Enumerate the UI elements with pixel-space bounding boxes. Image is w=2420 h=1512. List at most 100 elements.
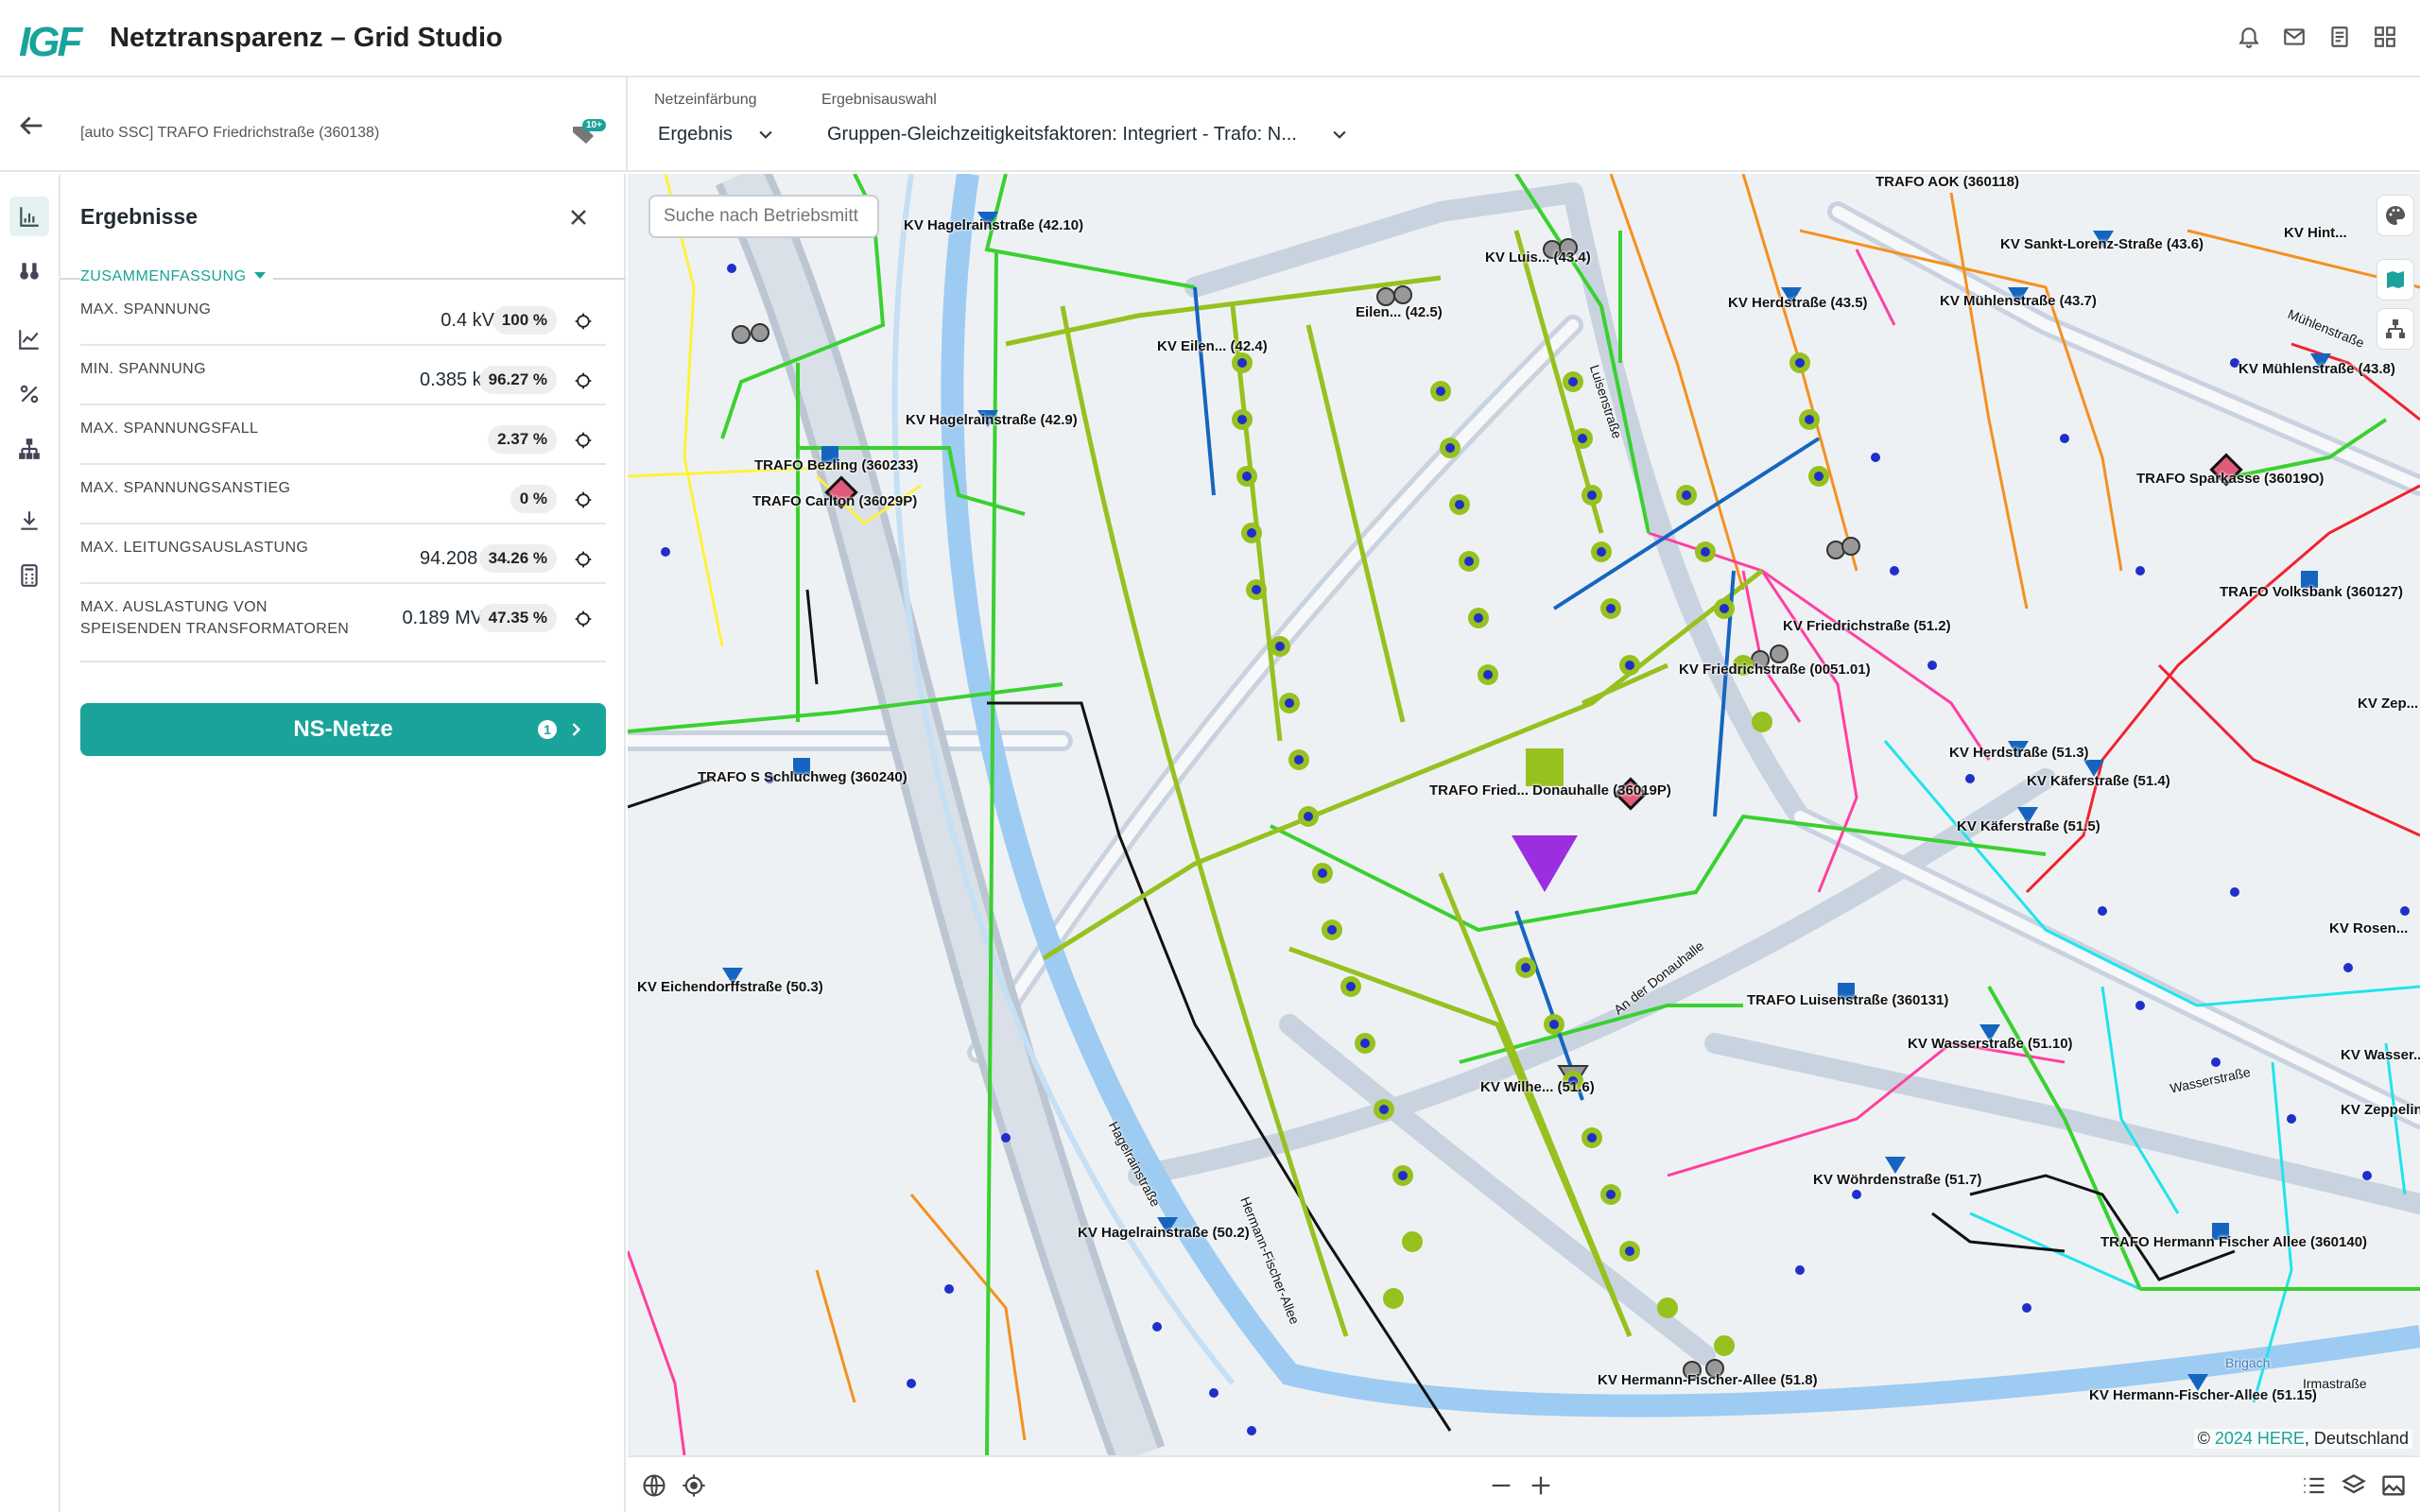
crosshair-icon[interactable] — [574, 312, 593, 331]
metric-label: MAX. SPANNUNG — [80, 301, 212, 318]
map-label-kv[interactable]: KV Hagelrainstraße (50.2) — [1078, 1225, 1250, 1241]
map-label-trafo[interactable]: TRAFO AOK (360118) — [1876, 174, 2019, 190]
map-label-kv[interactable]: KV Hint... — [2284, 225, 2347, 241]
rail-search[interactable] — [9, 251, 49, 291]
zoom-in-icon[interactable] — [1528, 1472, 1554, 1499]
map-search-input[interactable] — [648, 195, 879, 238]
palette-icon — [2386, 206, 2405, 225]
map-label-kv[interactable]: KV Herdstraße (43.5) — [1728, 295, 1868, 311]
chevron-down-icon[interactable] — [756, 125, 775, 144]
image-icon[interactable] — [2380, 1472, 2407, 1499]
line-chart-icon — [19, 330, 39, 350]
back-arrow-icon[interactable] — [15, 110, 47, 142]
map-label-kv[interactable]: KV Hagelrainstraße (42.9) — [906, 412, 1078, 428]
river-label: Brigach — [2225, 1355, 2271, 1370]
map-label-kv[interactable]: KV Sankt-Lorenz-Straße (43.6) — [2000, 236, 2204, 252]
crosshair-icon[interactable] — [574, 610, 593, 628]
globe-icon[interactable] — [641, 1472, 667, 1499]
map-icon — [2387, 271, 2404, 288]
zoom-out-icon[interactable] — [1488, 1472, 1514, 1499]
mail-icon[interactable] — [2282, 25, 2307, 49]
metric-percent-badge: 96.27 % — [478, 366, 557, 394]
list-icon[interactable] — [2301, 1472, 2327, 1499]
map-label-kv[interactable]: KV Wöhrdenstraße (51.7) — [1813, 1172, 1981, 1188]
section-summary-label: ZUSAMMENFASSUNG — [80, 268, 247, 284]
metric-row: MAX. SPANNUNGSFALL 2.37 % — [80, 406, 606, 465]
map-label-trafo[interactable]: TRAFO Fried... Donauhalle (36019P) — [1429, 782, 1671, 799]
binoculars-icon — [20, 263, 39, 280]
map-label-trafo[interactable]: TRAFO S Schluchweg (360240) — [698, 769, 908, 785]
app-logo[interactable]: IGF — [19, 19, 82, 66]
map-label-trafo[interactable]: TRAFO Carlton (36029P) — [752, 493, 917, 509]
network-view-button[interactable] — [2377, 308, 2414, 350]
locate-icon[interactable] — [681, 1472, 707, 1499]
map-label-trafo[interactable]: TRAFO Luisenstraße (360131) — [1747, 992, 1948, 1008]
map-view-button[interactable] — [2377, 259, 2414, 301]
map-label-kv[interactable]: KV Rosen... — [2329, 920, 2408, 936]
rail-percent[interactable] — [9, 374, 49, 414]
map-label-kv[interactable]: KV Käferstraße (51.5) — [1957, 818, 2100, 834]
crosshair-icon[interactable] — [574, 431, 593, 450]
map-label-kv[interactable]: KV Luis... (43.4) — [1485, 249, 1591, 266]
hierarchy-icon — [19, 438, 40, 459]
map-label-kv[interactable]: KV Friedrichstraße (0051.01) — [1679, 662, 1871, 678]
map-label-trafo[interactable]: TRAFO Volksbank (360127) — [2220, 584, 2403, 600]
map-label-kv[interactable]: KV Eichendorffstraße (50.3) — [637, 979, 823, 995]
copyright-brand[interactable]: 2024 HERE — [2215, 1429, 2305, 1448]
map-label-kv[interactable]: KV Friedrichstraße (51.2) — [1783, 618, 1951, 634]
map-label-kv[interactable]: KV Zeppelin — [2341, 1102, 2420, 1118]
map-label-kv[interactable]: KV Käferstraße (51.4) — [2027, 773, 2170, 789]
rail-download[interactable] — [9, 501, 49, 541]
app-header: IGF Netztransparenz – Grid Studio — [0, 0, 2420, 77]
section-summary-toggle[interactable]: ZUSAMMENFASSUNG — [80, 268, 273, 285]
netzeinfaerbung-select[interactable]: Ergebnis — [658, 124, 733, 146]
crosshair-icon[interactable] — [574, 371, 593, 390]
rail-results[interactable] — [9, 197, 49, 236]
map-label-kv[interactable]: KV Mühlenstraße (43.7) — [1940, 293, 2097, 309]
map-label-kv[interactable]: KV Hermann-Fischer-Allee (51.15) — [2089, 1387, 2317, 1403]
ergebnisauswahl-label: Ergebnisauswahl — [821, 92, 937, 108]
map-label-kv[interactable]: KV Eilen... (42.4) — [1157, 338, 1268, 354]
map-label-trafo[interactable]: TRAFO Bezling (360233) — [754, 457, 918, 473]
map-label-kv[interactable]: KV Zep... — [2358, 696, 2418, 712]
metric-value: 0.4 kV — [441, 310, 494, 331]
ergebnisauswahl-select[interactable]: Gruppen-Gleichzeitigkeitsfaktoren: Integ… — [827, 124, 1297, 146]
rail-calculator[interactable] — [9, 556, 49, 595]
metric-row: MAX. AUSLASTUNG VON SPEISENDEN TRANSFORM… — [80, 585, 606, 662]
close-icon[interactable] — [567, 206, 590, 229]
map-label-kv[interactable]: KV Hagelrainstraße (42.10) — [904, 217, 1083, 233]
crosshair-icon[interactable] — [574, 550, 593, 569]
metric-percent-badge: 0 % — [510, 485, 557, 513]
calculator-icon — [21, 564, 38, 587]
apps-grid-icon[interactable] — [2373, 25, 2397, 49]
rail-analytics[interactable] — [9, 319, 49, 359]
metric-row: MAX. SPANNUNG 0.4 kV 100 % — [80, 287, 606, 346]
document-icon[interactable] — [2327, 25, 2352, 49]
bell-icon[interactable] — [2237, 25, 2261, 49]
map-canvas[interactable]: KV Hagelrainstraße (42.10) KV Eilen... (… — [628, 174, 2420, 1455]
map-label-kv[interactable]: KV Herdstraße (51.3) — [1949, 745, 2089, 761]
layers-icon[interactable] — [2341, 1472, 2367, 1499]
context-label: [auto SSC] TRAFO Friedrichstraße (360138… — [80, 125, 380, 141]
street-label: Irmastraße — [2303, 1376, 2367, 1391]
chevron-down-icon[interactable] — [1330, 125, 1349, 144]
metric-label: MAX. SPANNUNGSFALL — [80, 421, 259, 437]
map-tools — [2377, 195, 2414, 350]
map-label-kv[interactable]: Eilen... (42.5) — [1356, 304, 1443, 320]
crosshair-icon[interactable] — [574, 490, 593, 509]
map-style-button[interactable] — [2377, 195, 2414, 236]
map-label-kv[interactable]: KV Wasserstraße (51.10) — [1908, 1036, 2073, 1052]
map-label-trafo[interactable]: TRAFO Sparkasse (36019O) — [2136, 471, 2324, 487]
map-label-kv[interactable]: KV Mühlenstraße (43.8) — [2238, 361, 2395, 377]
map-label-kv[interactable]: KV Wasser... — [2341, 1047, 2420, 1063]
metric-percent-badge: 47.35 % — [478, 604, 557, 632]
map-bottom-bar — [628, 1455, 2420, 1512]
map-label-kv[interactable]: KV Wilhe... (51.6) — [1480, 1079, 1595, 1095]
panel-title: Ergebnisse — [80, 204, 198, 229]
rail-hierarchy[interactable] — [9, 429, 49, 469]
ns-netze-label: NS-Netze — [293, 716, 393, 742]
metric-label: MIN. SPANNUNG — [80, 361, 206, 377]
ns-netze-button[interactable]: NS-Netze 1 — [80, 703, 606, 756]
map-label-kv[interactable]: KV Hermann-Fischer-Allee (51.8) — [1598, 1372, 1818, 1388]
map-label-trafo[interactable]: TRAFO Hermann Fischer Allee (360140) — [2100, 1234, 2367, 1250]
